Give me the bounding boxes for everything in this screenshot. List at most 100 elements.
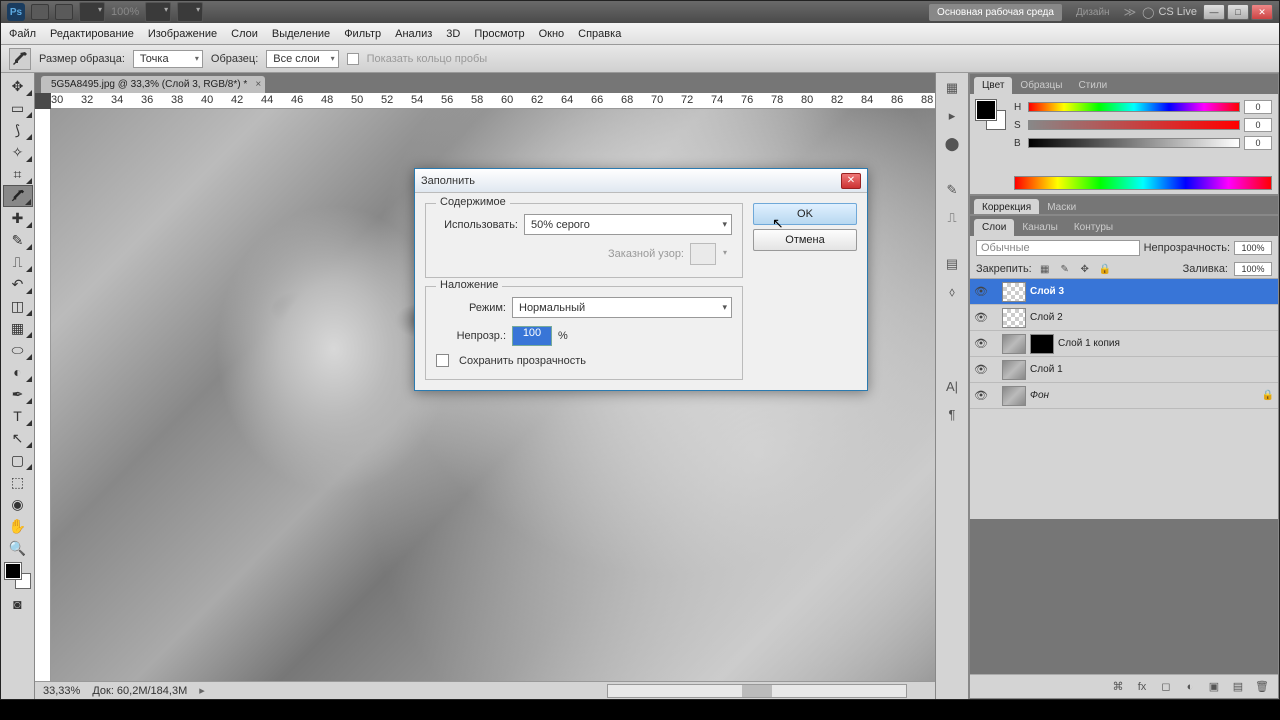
layer-thumbnail[interactable] <box>1002 282 1026 302</box>
layer-mask-icon[interactable]: ◻ <box>1158 679 1174 695</box>
maximize-button[interactable]: □ <box>1227 4 1249 20</box>
show-ring-checkbox[interactable] <box>347 53 359 65</box>
new-layer-icon[interactable]: ▤ <box>1230 679 1246 695</box>
workspace-design-button[interactable]: Дизайн <box>1068 4 1118 21</box>
layer-thumbnail[interactable] <box>1002 386 1026 406</box>
stamp-tool[interactable]: ⎍ <box>3 251 33 273</box>
layer-name[interactable]: Слой 1 копия <box>1058 338 1120 349</box>
adjustment-layer-icon[interactable]: ◐ <box>1182 679 1198 695</box>
pen-tool[interactable]: ✒ <box>3 383 33 405</box>
clone-panel-icon[interactable]: ⎍ <box>940 207 964 229</box>
sat-value[interactable]: 0 <box>1244 118 1272 132</box>
3d-tool[interactable]: ⬚ <box>3 471 33 493</box>
hand-tool[interactable]: ✋ <box>3 515 33 537</box>
zoom-tool[interactable]: 🔍 <box>3 537 33 559</box>
sample-size-select[interactable]: Точка <box>133 50 203 68</box>
layer-name[interactable]: Фон <box>1030 390 1049 401</box>
actions-panel-icon[interactable]: ▸ <box>940 105 964 127</box>
tab-paths[interactable]: Контуры <box>1066 219 1121 236</box>
foreground-color-swatch[interactable] <box>5 563 21 579</box>
menu-help[interactable]: Справка <box>578 28 621 40</box>
tab-styles[interactable]: Стили <box>1070 77 1115 94</box>
document-tab[interactable]: 5G5A8495.jpg @ 33,3% (Слой 3, RGB/8*) * <box>41 76 265 93</box>
visibility-icon[interactable]: 👁 <box>974 389 988 403</box>
extras-selector[interactable] <box>177 2 203 22</box>
preserve-transparency-checkbox[interactable] <box>436 354 449 367</box>
layer-thumbnail[interactable] <box>1002 334 1026 354</box>
tab-masks[interactable]: Маски <box>1039 199 1084 215</box>
color-swatches[interactable] <box>5 563 31 589</box>
lock-transparency-icon[interactable]: ▦ <box>1038 262 1052 276</box>
layer-mask-thumbnail[interactable] <box>1030 334 1054 354</box>
link-layers-icon[interactable]: ⌘ <box>1110 679 1126 695</box>
layer-group-icon[interactable]: ▣ <box>1206 679 1222 695</box>
use-select[interactable]: 50% серого <box>524 214 732 235</box>
minibridge-icon[interactable] <box>55 4 73 20</box>
layer-name[interactable]: Слой 3 <box>1030 286 1064 297</box>
workspace-more-icon[interactable]: ≫ <box>1124 5 1137 19</box>
horizontal-scrollbar[interactable] <box>607 684 907 698</box>
visibility-icon[interactable]: 👁 <box>974 285 988 299</box>
gradient-tool[interactable]: ▦ <box>3 317 33 339</box>
eyedropper-tool[interactable] <box>3 185 33 207</box>
eyedropper-tool-icon[interactable] <box>9 48 31 70</box>
close-button[interactable]: ✕ <box>1251 4 1273 20</box>
menu-filter[interactable]: Фильтр <box>344 28 381 40</box>
bridge-icon[interactable] <box>31 4 49 20</box>
quickmask-toggle[interactable]: ◙ <box>3 593 33 615</box>
marquee-tool[interactable]: ▭ <box>3 97 33 119</box>
layer-style-icon[interactable]: fx <box>1134 679 1150 695</box>
blend-mode-select[interactable]: Обычные <box>976 240 1140 256</box>
layer-row[interactable]: 👁 Слой 1 <box>970 357 1278 383</box>
hue-value[interactable]: 0 <box>1244 100 1272 114</box>
opacity-value[interactable]: 100% <box>1234 241 1272 255</box>
arrange-selector[interactable] <box>145 2 171 22</box>
sat-slider[interactable] <box>1028 120 1240 130</box>
zoom-level[interactable]: 100% <box>111 6 139 18</box>
history-panel-icon[interactable]: ▦ <box>940 77 964 99</box>
menu-image[interactable]: Изображение <box>148 28 217 40</box>
styles-panel-icon[interactable]: ⬨ <box>940 281 964 303</box>
lock-pixels-icon[interactable]: ✎ <box>1058 262 1072 276</box>
delete-layer-icon[interactable]: 🗑 <box>1254 679 1270 695</box>
blur-tool[interactable]: ⬭ <box>3 339 33 361</box>
healing-tool[interactable]: ✚ <box>3 207 33 229</box>
sample-select[interactable]: Все слои <box>266 50 338 68</box>
visibility-icon[interactable]: 👁 <box>974 363 988 377</box>
brush-tool[interactable]: ✎ <box>3 229 33 251</box>
tab-color[interactable]: Цвет <box>974 77 1012 94</box>
lock-all-icon[interactable]: 🔒 <box>1098 262 1112 276</box>
cslive-button[interactable]: CS Live <box>1142 6 1197 19</box>
tab-layers[interactable]: Слои <box>974 219 1014 236</box>
layer-name[interactable]: Слой 1 <box>1030 364 1063 375</box>
brush-panel-icon[interactable]: ✎ <box>940 179 964 201</box>
character-panel-icon[interactable]: A| <box>940 375 964 397</box>
workspace-essentials-button[interactable]: Основная рабочая среда <box>929 4 1062 21</box>
menu-window[interactable]: Окно <box>539 28 565 40</box>
cancel-button[interactable]: Отмена <box>753 229 857 251</box>
eraser-tool[interactable]: ◫ <box>3 295 33 317</box>
menu-layer[interactable]: Слои <box>231 28 258 40</box>
layer-row[interactable]: 👁 Слой 3 <box>970 279 1278 305</box>
tab-swatches[interactable]: Образцы <box>1012 77 1070 94</box>
layer-row[interactable]: 👁Слой 2 <box>970 305 1278 331</box>
history-brush-tool[interactable]: ↶ <box>3 273 33 295</box>
shape-tool[interactable]: ▢ <box>3 449 33 471</box>
bri-value[interactable]: 0 <box>1244 136 1272 150</box>
lock-position-icon[interactable]: ✥ <box>1078 262 1092 276</box>
color-spectrum[interactable] <box>1014 176 1272 190</box>
dodge-tool[interactable]: ◐ <box>3 361 33 383</box>
panel-color-swatches[interactable] <box>976 100 1006 130</box>
path-tool[interactable]: ↖ <box>3 427 33 449</box>
layer-thumbnail[interactable] <box>1002 308 1026 328</box>
menu-view[interactable]: Просмотр <box>474 28 524 40</box>
swatches-panel-icon[interactable]: ▤ <box>940 253 964 275</box>
screen-mode-selector[interactable] <box>79 2 105 22</box>
status-zoom[interactable]: 33,33% <box>43 685 80 697</box>
menu-select[interactable]: Выделение <box>272 28 330 40</box>
bri-slider[interactable] <box>1028 138 1240 148</box>
lasso-tool[interactable]: ⟆ <box>3 119 33 141</box>
menu-edit[interactable]: Редактирование <box>50 28 134 40</box>
menu-analysis[interactable]: Анализ <box>395 28 432 40</box>
layer-thumbnail[interactable] <box>1002 360 1026 380</box>
